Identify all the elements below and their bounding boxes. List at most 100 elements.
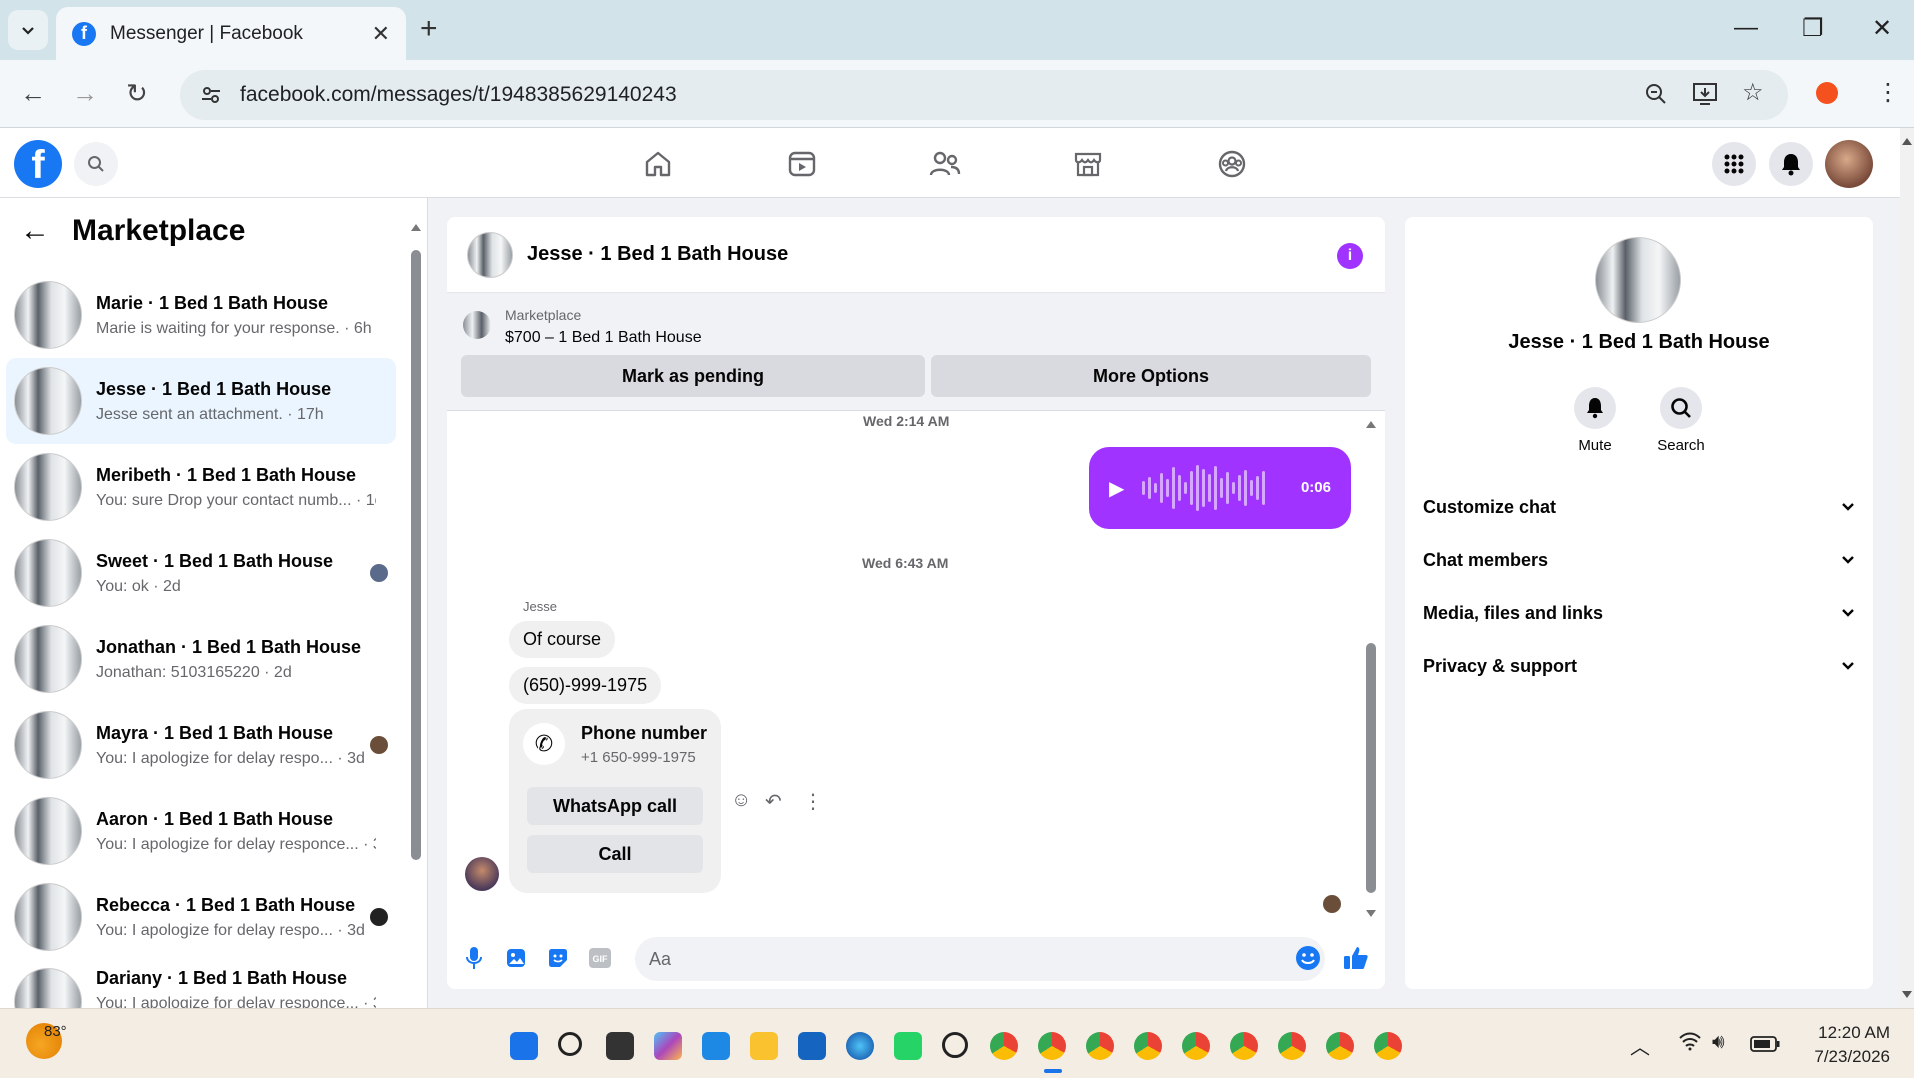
search-icon[interactable] xyxy=(1660,387,1702,429)
chrome-icon[interactable] xyxy=(1038,1032,1066,1060)
chat-scrollbar[interactable] xyxy=(1363,419,1379,919)
mute-action[interactable]: Mute xyxy=(1555,387,1635,454)
system-clock[interactable]: 12:20 AM 7/23/2026 xyxy=(1814,1021,1890,1069)
new-tab-button[interactable]: + xyxy=(420,12,438,46)
conversation-item[interactable]: Aaron · 1 Bed 1 Bath House You: I apologi… xyxy=(6,788,396,874)
back-arrow-icon[interactable]: ← xyxy=(20,214,50,248)
facebook-search-button[interactable] xyxy=(74,142,118,186)
close-tab-icon[interactable]: ✕ xyxy=(372,21,390,47)
file-explorer-icon[interactable] xyxy=(750,1032,778,1060)
reply-icon[interactable]: ↶ xyxy=(765,789,782,814)
more-menu-icon[interactable]: ⋮ xyxy=(1876,78,1900,107)
play-icon[interactable]: ▶ xyxy=(1109,476,1124,501)
conversation-item[interactable]: Jonathan · 1 Bed 1 Bath House Jonathan: 5… xyxy=(6,616,396,702)
chat-members-row[interactable]: Chat members xyxy=(1423,540,1855,580)
sticker-icon[interactable] xyxy=(545,945,571,971)
address-bar[interactable]: facebook.com/messages/t/1948385629140243 xyxy=(180,70,1788,120)
customize-chat-row[interactable]: Customize chat xyxy=(1423,487,1855,527)
chat-title[interactable]: Jesse · 1 Bed 1 Bath House xyxy=(527,243,788,266)
scroll-down-icon[interactable] xyxy=(1365,909,1377,919)
scroll-up-icon[interactable] xyxy=(1365,419,1377,429)
whatsapp-icon[interactable] xyxy=(894,1032,922,1060)
conversation-item[interactable]: Mayra · 1 Bed 1 Bath House You: I apologi… xyxy=(6,702,396,788)
conversation-item[interactable]: Meribeth · 1 Bed 1 Bath House You: sure D… xyxy=(6,444,396,530)
back-arrow-icon[interactable]: ← xyxy=(20,78,46,109)
reload-icon[interactable]: ↻ xyxy=(126,78,148,109)
store-icon[interactable] xyxy=(798,1032,826,1060)
details-avatar[interactable] xyxy=(1595,237,1681,323)
marketplace-nav-icon[interactable] xyxy=(1068,146,1108,182)
emoji-icon[interactable] xyxy=(1295,945,1321,971)
browser-tab[interactable]: f Messenger | Facebook ✕ xyxy=(56,7,406,60)
message-input[interactable]: Aa xyxy=(635,937,1325,981)
start-icon[interactable] xyxy=(510,1032,538,1060)
edge-icon[interactable] xyxy=(846,1032,874,1060)
notepad-icon[interactable] xyxy=(702,1032,730,1060)
conversation-item[interactable]: Jesse · 1 Bed 1 Bath House Jesse sent an … xyxy=(6,358,396,444)
wifi-icon[interactable] xyxy=(1678,1031,1702,1057)
media-files-links-row[interactable]: Media, files and links xyxy=(1423,593,1855,633)
taskbar-search-icon[interactable] xyxy=(558,1032,582,1056)
menu-grid-icon[interactable] xyxy=(1712,142,1756,186)
scrollbar-thumb[interactable] xyxy=(1366,643,1376,893)
battery-icon[interactable] xyxy=(1750,1035,1780,1058)
voice-message[interactable]: ▶ 0:06 xyxy=(1089,447,1351,529)
facebook-logo-icon[interactable]: f xyxy=(14,140,62,188)
bell-icon[interactable] xyxy=(1574,387,1616,429)
scroll-up-icon[interactable] xyxy=(1901,136,1913,146)
tray-chevron-up-icon[interactable]: ︿ xyxy=(1630,1031,1650,1060)
message-bubble[interactable]: Of course xyxy=(509,621,616,658)
react-smiley-icon[interactable]: ☺ xyxy=(731,789,751,812)
chrome-icon[interactable] xyxy=(1182,1032,1210,1060)
bookmark-star-icon[interactable]: ☆ xyxy=(1742,78,1764,107)
thumbs-up-icon[interactable] xyxy=(1343,945,1369,971)
microphone-icon[interactable] xyxy=(461,945,487,971)
privacy-support-row[interactable]: Privacy & support xyxy=(1423,646,1855,686)
chat-avatar[interactable] xyxy=(467,231,513,278)
chrome-icon[interactable] xyxy=(1086,1032,1114,1060)
sender-avatar[interactable] xyxy=(465,857,499,891)
scroll-up-icon[interactable] xyxy=(410,222,422,232)
video-nav-icon[interactable] xyxy=(782,146,822,182)
more-actions-icon[interactable]: ⋮ xyxy=(803,789,823,814)
friends-nav-icon[interactable] xyxy=(925,146,965,182)
mark-pending-button[interactable]: Mark as pending xyxy=(461,355,925,397)
search-action[interactable]: Search xyxy=(1641,387,1721,454)
chrome-icon[interactable] xyxy=(1278,1032,1306,1060)
scroll-down-icon[interactable] xyxy=(1901,990,1913,1000)
listing-title[interactable]: $700 – 1 Bed 1 Bath House xyxy=(505,329,702,347)
info-icon[interactable]: i xyxy=(1337,243,1363,269)
task-view-icon[interactable] xyxy=(606,1032,634,1060)
account-avatar[interactable] xyxy=(1825,140,1873,188)
message-bubble[interactable]: (650)-999-1975 xyxy=(509,667,662,704)
zoom-icon[interactable] xyxy=(1644,82,1668,113)
close-window-icon[interactable]: ✕ xyxy=(1872,14,1892,43)
conversation-scrollbar[interactable] xyxy=(410,222,422,1024)
conversation-item[interactable]: Rebecca · 1 Bed 1 Bath House You: I apolo… xyxy=(6,874,396,960)
site-settings-icon[interactable] xyxy=(200,84,222,106)
chrome-icon[interactable] xyxy=(1326,1032,1354,1060)
more-options-button[interactable]: More Options xyxy=(931,355,1371,397)
chatgpt-icon[interactable] xyxy=(942,1032,968,1058)
chrome-icon[interactable] xyxy=(1374,1032,1402,1060)
forward-arrow-icon[interactable]: → xyxy=(72,78,98,109)
groups-nav-icon[interactable] xyxy=(1212,146,1252,182)
scrollbar-thumb[interactable] xyxy=(411,250,421,860)
chrome-icon[interactable] xyxy=(1134,1032,1162,1060)
listing-thumbnail[interactable] xyxy=(463,311,491,339)
page-scrollbar[interactable] xyxy=(1900,128,1914,1008)
copilot-icon[interactable] xyxy=(654,1032,682,1060)
restore-icon[interactable]: ❐ xyxy=(1802,14,1824,43)
extension-icon[interactable] xyxy=(1816,82,1838,104)
volume-icon[interactable]: 🔊︎ xyxy=(1712,1031,1725,1054)
photo-icon[interactable] xyxy=(503,945,529,971)
whatsapp-call-button[interactable]: WhatsApp call xyxy=(527,787,703,825)
home-nav-icon[interactable] xyxy=(638,146,678,182)
install-app-icon[interactable] xyxy=(1692,82,1718,113)
conversation-item[interactable]: Marie · 1 Bed 1 Bath House Marie is waiti… xyxy=(6,272,396,358)
conversation-item[interactable]: Sweet · 1 Bed 1 Bath House You: ok · 2d xyxy=(6,530,396,616)
notifications-bell-icon[interactable] xyxy=(1769,142,1813,186)
chrome-icon[interactable] xyxy=(1230,1032,1258,1060)
call-button[interactable]: Call xyxy=(527,835,703,873)
chrome-icon[interactable] xyxy=(990,1032,1018,1060)
